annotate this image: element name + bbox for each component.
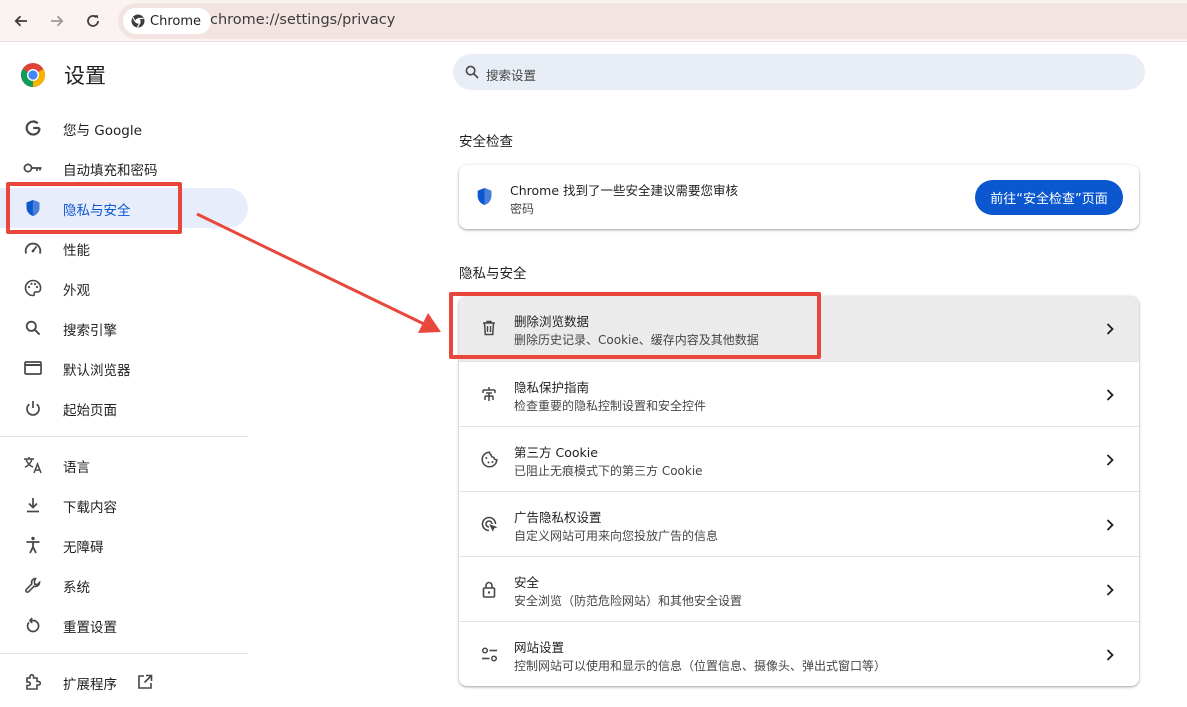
- search-placeholder: 搜索设置: [486, 68, 537, 83]
- accessibility-icon: [23, 536, 43, 554]
- forward-button[interactable]: [44, 8, 70, 34]
- key-icon: [23, 159, 43, 177]
- cookie-icon: [479, 449, 499, 469]
- sidebar-item-label: 重置设置: [63, 620, 117, 636]
- go-to-safety-check-button[interactable]: 前往“安全检查”页面: [975, 180, 1123, 215]
- privacy-guide-icon: [479, 384, 499, 404]
- chevron-right-icon: [1105, 452, 1115, 471]
- chevron-right-icon: [1105, 321, 1115, 340]
- lock-icon: [479, 579, 499, 599]
- sidebar-item-languages[interactable]: 语言: [0, 445, 248, 485]
- row-title: 安全: [514, 575, 540, 590]
- row-title: 广告隐私权设置: [514, 510, 602, 525]
- sidebar-item-label: 无障碍: [63, 540, 104, 556]
- site-info-chip[interactable]: Chrome: [123, 8, 211, 34]
- chrome-logo-icon: [20, 63, 46, 87]
- sidebar-item-reset-settings[interactable]: 重置设置: [0, 605, 248, 645]
- google-icon: [23, 119, 43, 137]
- url-text[interactable]: chrome://settings/privacy: [210, 12, 395, 28]
- privacy-section-title: 隐私与安全: [459, 266, 527, 282]
- reload-icon: [87, 15, 99, 27]
- extension-icon: [23, 673, 43, 691]
- chevron-right-icon: [1105, 647, 1115, 666]
- browser-toolbar: Chrome chrome://settings/privacy: [0, 0, 1187, 42]
- safety-check-subtitle: 密码: [510, 202, 535, 216]
- sidebar-item-extensions[interactable]: 扩展程序: [0, 662, 248, 702]
- page-title: 设置: [64, 64, 106, 88]
- sidebar-item-label: 搜索引擎: [63, 323, 117, 339]
- reload-button[interactable]: [80, 8, 106, 34]
- row-subtitle: 自定义网站可用来向您投放广告的信息: [514, 529, 719, 543]
- sidebar-item-search-engine[interactable]: 搜索引擎: [0, 308, 248, 348]
- sidebar-item-default-browser[interactable]: 默认浏览器: [0, 348, 248, 388]
- chevron-right-icon: [1105, 387, 1115, 406]
- safety-check-section-title: 安全检查: [459, 134, 513, 150]
- address-bar[interactable]: Chrome chrome://settings/privacy: [118, 3, 1187, 39]
- sidebar-item-label: 性能: [63, 243, 90, 259]
- back-arrow-icon: [14, 15, 27, 27]
- forward-arrow-icon: [51, 15, 64, 27]
- search-icon: [23, 319, 43, 337]
- search-icon: [465, 64, 479, 83]
- sidebar-item-downloads[interactable]: 下载内容: [0, 485, 248, 525]
- row-title: 隐私保护指南: [514, 380, 590, 395]
- sidebar-item-on-startup[interactable]: 起始页面: [0, 388, 248, 428]
- row-privacy-guide[interactable]: 隐私保护指南 检查重要的隐私控制设置和安全控件: [459, 361, 1139, 426]
- settings-search-input[interactable]: 搜索设置: [453, 54, 1145, 90]
- row-subtitle: 已阻止无痕模式下的第三方 Cookie: [514, 464, 703, 478]
- back-button[interactable]: [8, 8, 34, 34]
- chevron-right-icon: [1105, 517, 1115, 536]
- row-subtitle: 检查重要的隐私控制设置和安全控件: [514, 399, 707, 413]
- wrench-icon: [23, 576, 43, 594]
- browser-window-icon: [23, 359, 43, 377]
- sidebar-item-accessibility[interactable]: 无障碍: [0, 525, 248, 565]
- sidebar-divider: [0, 653, 248, 654]
- row-site-settings[interactable]: 网站设置 控制网站可以使用和显示的信息（位置信息、摄像头、弹出式窗口等）: [459, 621, 1139, 686]
- sidebar-item-label: 语言: [63, 460, 90, 476]
- row-third-party-cookies[interactable]: 第三方 Cookie 已阻止无痕模式下的第三方 Cookie: [459, 426, 1139, 491]
- palette-icon: [23, 279, 43, 297]
- chrome-logo-icon: [131, 14, 145, 28]
- settings-sidebar: 设置 您与 Google 自动填充和密码 隐私与安全 性能 外观 搜索引擎 默认…: [0, 42, 250, 707]
- sidebar-item-label: 下载内容: [63, 500, 117, 516]
- sidebar-item-label: 系统: [63, 580, 90, 596]
- row-security[interactable]: 安全 安全浏览（防范危险网站）和其他安全设置: [459, 556, 1139, 621]
- sidebar-item-performance[interactable]: 性能: [0, 228, 248, 268]
- row-subtitle: 安全浏览（防范危险网站）和其他安全设置: [514, 594, 743, 608]
- sidebar-item-label: 外观: [63, 283, 90, 299]
- translate-icon: [23, 456, 43, 474]
- chevron-right-icon: [1105, 582, 1115, 601]
- safety-check-title: Chrome 找到了一些安全建议需要您审核: [510, 183, 739, 198]
- sidebar-divider: [0, 436, 248, 437]
- sidebar-item-label: 扩展程序: [63, 677, 117, 693]
- sidebar-item-label: 起始页面: [63, 403, 117, 419]
- row-ad-privacy[interactable]: 广告隐私权设置 自定义网站可用来向您投放广告的信息: [459, 491, 1139, 556]
- speedometer-icon: [23, 239, 43, 257]
- settings-header: 设置: [20, 60, 106, 90]
- shield-icon: [476, 187, 493, 210]
- safety-check-card: Chrome 找到了一些安全建议需要您审核 密码 前往“安全检查”页面: [459, 165, 1139, 229]
- sidebar-item-label: 默认浏览器: [63, 363, 131, 379]
- download-icon: [23, 496, 43, 514]
- annotation-highlight-box: [449, 292, 821, 359]
- tune-icon: [479, 644, 499, 664]
- site-chip-label: Chrome: [150, 13, 201, 29]
- row-subtitle: 控制网站可以使用和显示的信息（位置信息、摄像头、弹出式窗口等）: [514, 659, 887, 673]
- sidebar-item-label: 自动填充和密码: [63, 163, 158, 179]
- annotation-highlight-box: [6, 182, 182, 234]
- sidebar-item-you-and-google[interactable]: 您与 Google: [0, 108, 248, 148]
- sidebar-item-label: 您与 Google: [63, 123, 142, 139]
- row-title: 第三方 Cookie: [514, 445, 598, 460]
- sidebar-item-appearance[interactable]: 外观: [0, 268, 248, 308]
- open-in-new-icon: [137, 674, 153, 694]
- row-title: 网站设置: [514, 640, 565, 655]
- reset-icon: [23, 616, 43, 634]
- sidebar-item-system[interactable]: 系统: [0, 565, 248, 605]
- power-icon: [23, 399, 43, 417]
- ads-click-icon: [479, 514, 499, 534]
